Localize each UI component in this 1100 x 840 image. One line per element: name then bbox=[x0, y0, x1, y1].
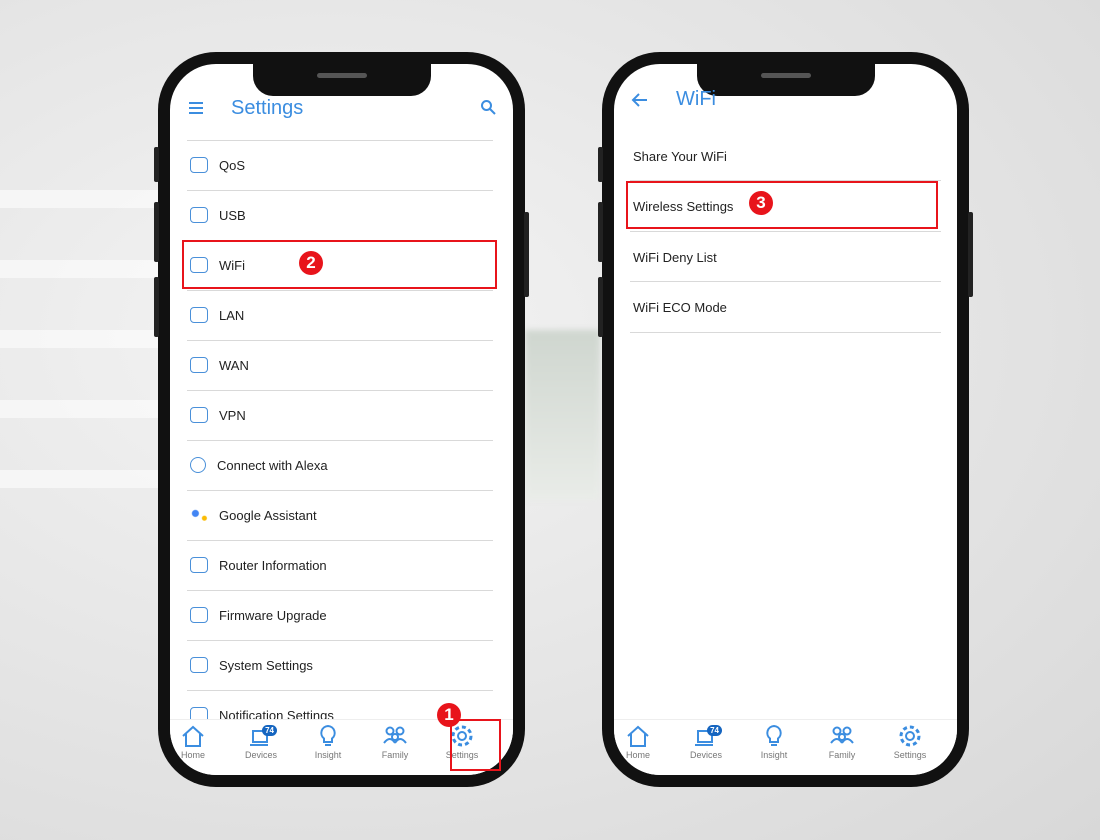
settings-item-lan[interactable]: LAN bbox=[190, 290, 493, 340]
gear-icon bbox=[899, 725, 921, 747]
tab-devices[interactable]: 74 Devices bbox=[231, 723, 291, 760]
speedometer-icon bbox=[190, 157, 208, 173]
step-marker-2: 2 bbox=[299, 251, 323, 275]
tab-home[interactable]: Home bbox=[170, 723, 223, 760]
step-marker-1: 1 bbox=[437, 703, 461, 727]
background-blind bbox=[0, 400, 170, 418]
tab-devices[interactable]: 74 Devices bbox=[676, 723, 736, 760]
highlight-settings-tab bbox=[450, 719, 501, 771]
lightbulb-icon bbox=[320, 724, 336, 746]
highlight-wireless-settings bbox=[626, 181, 938, 229]
settings-item-firmware-upgrade[interactable]: Firmware Upgrade bbox=[190, 590, 493, 640]
bottom-tab-bar: Home 74 Devices Insight Family Settings bbox=[614, 719, 957, 775]
firmware-icon bbox=[190, 607, 208, 623]
settings-item-qos[interactable]: QoS bbox=[190, 140, 493, 190]
home-icon bbox=[182, 725, 204, 747]
tab-family[interactable]: Family bbox=[365, 723, 425, 760]
lightbulb-icon bbox=[766, 724, 782, 746]
wifi-screen: WiFi Share Your WiFi Wireless Settings W… bbox=[614, 64, 957, 775]
hamburger-icon[interactable] bbox=[188, 101, 204, 120]
step-marker-3: 3 bbox=[749, 191, 773, 215]
notch bbox=[696, 64, 875, 96]
phone-button bbox=[968, 212, 973, 297]
background-shelf bbox=[525, 330, 600, 500]
search-icon[interactable] bbox=[480, 99, 496, 120]
tab-insight[interactable]: Insight bbox=[298, 723, 358, 760]
wifi-item-wifi-eco-mode[interactable]: WiFi ECO Mode bbox=[633, 283, 941, 333]
family-icon bbox=[383, 726, 407, 744]
system-settings-icon bbox=[190, 657, 208, 673]
home-icon bbox=[627, 725, 649, 747]
wan-icon bbox=[190, 357, 208, 373]
phone-button bbox=[598, 277, 603, 337]
phone-button bbox=[154, 277, 159, 337]
phone-button bbox=[598, 202, 603, 262]
vpn-icon bbox=[190, 407, 208, 423]
settings-item-vpn[interactable]: VPN bbox=[190, 390, 493, 440]
page-title: WiFi bbox=[676, 88, 716, 110]
highlight-wifi bbox=[182, 240, 497, 289]
page-title: Settings bbox=[231, 97, 304, 119]
back-arrow-icon[interactable] bbox=[631, 92, 649, 113]
google-assistant-icon bbox=[190, 507, 208, 523]
tab-family[interactable]: Family bbox=[812, 723, 872, 760]
settings-item-wan[interactable]: WAN bbox=[190, 340, 493, 390]
settings-item-router-information[interactable]: Router Information bbox=[190, 540, 493, 590]
phone-button bbox=[524, 212, 529, 297]
phone-wifi: WiFi Share Your WiFi Wireless Settings W… bbox=[598, 52, 973, 787]
background-blind bbox=[0, 260, 170, 278]
lan-icon bbox=[190, 307, 208, 323]
family-icon bbox=[830, 726, 854, 744]
notch bbox=[252, 64, 431, 96]
phone-button bbox=[154, 147, 159, 182]
router-info-icon bbox=[190, 557, 208, 573]
settings-item-usb[interactable]: USB bbox=[190, 190, 493, 240]
cloud-usb-icon bbox=[190, 207, 208, 223]
background-blind bbox=[0, 190, 170, 208]
devices-count-badge: 74 bbox=[707, 725, 722, 736]
tab-home[interactable]: Home bbox=[614, 723, 668, 760]
settings-screen: Settings QoS USB WiFi LAN WAN VPN Connec… bbox=[170, 64, 513, 775]
divider bbox=[630, 331, 941, 333]
wifi-item-share-your-wifi[interactable]: Share Your WiFi bbox=[633, 131, 941, 181]
phone-button bbox=[154, 202, 159, 262]
phone-settings: Settings QoS USB WiFi LAN WAN VPN Connec… bbox=[154, 52, 529, 787]
settings-item-connect-with-alexa[interactable]: Connect with Alexa bbox=[190, 440, 493, 490]
alexa-icon bbox=[190, 457, 206, 473]
tab-settings[interactable]: Settings bbox=[880, 723, 940, 760]
devices-count-badge: 74 bbox=[262, 725, 277, 736]
background-blind bbox=[0, 330, 170, 348]
background-blind bbox=[0, 470, 170, 488]
settings-item-system-settings[interactable]: System Settings bbox=[190, 640, 493, 690]
tab-insight[interactable]: Insight bbox=[744, 723, 804, 760]
phone-button bbox=[598, 147, 603, 182]
wifi-item-wifi-deny-list[interactable]: WiFi Deny List bbox=[633, 232, 941, 282]
settings-item-google-assistant[interactable]: Google Assistant bbox=[190, 490, 493, 540]
